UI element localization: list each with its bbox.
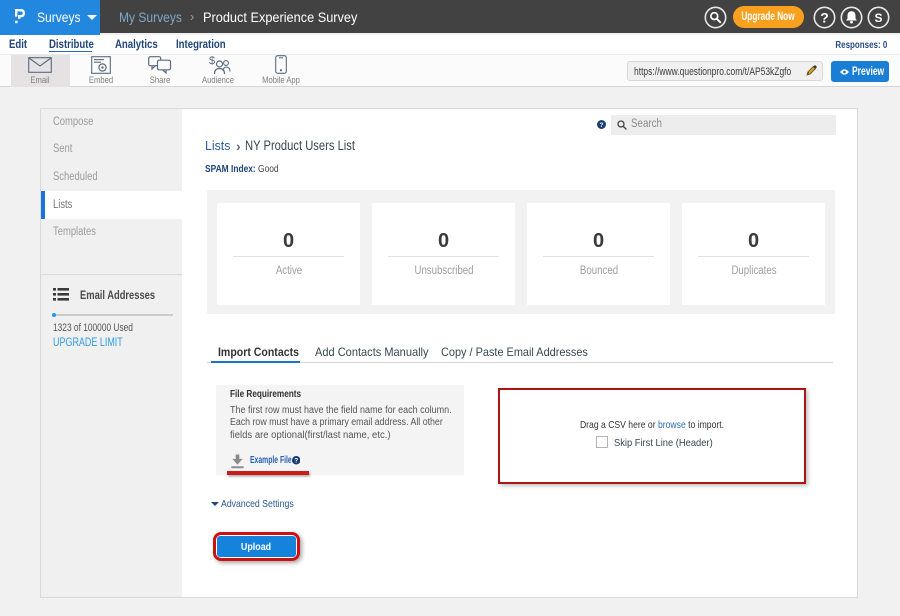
svg-text:S: S <box>874 11 882 25</box>
svg-text:?: ? <box>600 121 604 128</box>
svg-text:?: ? <box>294 457 298 464</box>
svg-text:?: ? <box>820 10 829 26</box>
svg-text:$: $ <box>209 55 215 67</box>
